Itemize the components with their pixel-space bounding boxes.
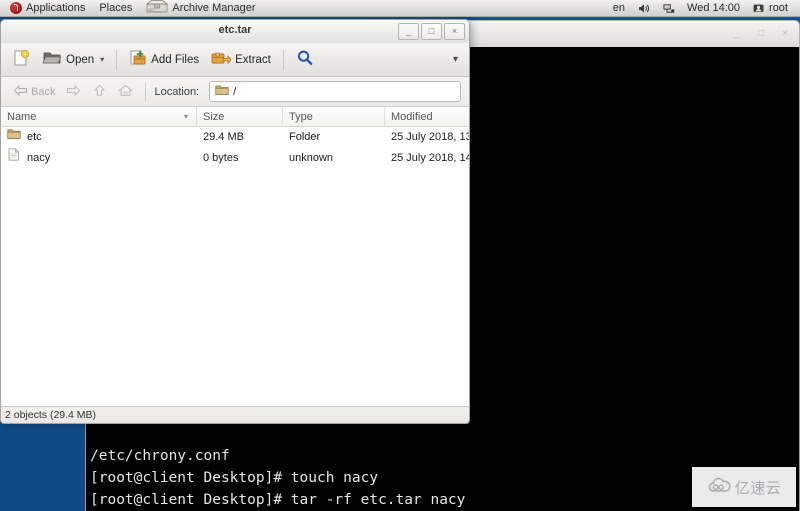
folder-icon [215, 84, 229, 99]
archive-menu-button[interactable]: ▾ [446, 47, 463, 73]
archive-maximize-button[interactable]: □ [421, 23, 442, 40]
new-archive-button[interactable] [7, 47, 35, 73]
terminal-close-button[interactable]: × [777, 26, 793, 42]
column-header-modified[interactable]: Modified [385, 107, 469, 127]
places-menu[interactable]: Places [92, 0, 139, 16]
location-input[interactable]: / [209, 81, 461, 102]
forward-arrow-icon [66, 84, 81, 100]
network-icon [662, 2, 675, 15]
toolbar-separator-1 [116, 49, 118, 70]
table-row[interactable]: etc 29.4 MB Folder 25 July 2018, 13:15 [1, 127, 469, 148]
nav-forward-button[interactable] [62, 81, 85, 103]
archive-manager-icon [146, 0, 169, 18]
archive-status-bar: 2 objects (29.4 MB) [0, 406, 470, 424]
user-icon [752, 2, 765, 15]
keyboard-layout-indicator[interactable]: en [607, 0, 631, 16]
column-header-name[interactable]: Name ▾ [1, 106, 197, 127]
file-size-cell: 29.4 MB [203, 131, 244, 143]
archive-manager-window[interactable]: etc.tar _ □ × Open ▾ Add Files Extract ▾… [0, 19, 470, 424]
extract-icon [211, 49, 232, 70]
file-list-column-header: Name ▾ Size Type Modified [0, 106, 470, 127]
nav-back-label: Back [31, 85, 56, 98]
column-header-name-label: Name [7, 110, 37, 123]
keyboard-layout-label: en [612, 2, 626, 14]
open-folder-icon [42, 49, 62, 70]
file-icon [7, 148, 21, 169]
toolbar-separator-2 [282, 49, 284, 70]
file-type-cell: unknown [289, 152, 334, 164]
up-arrow-icon [92, 84, 107, 100]
file-name-label: etc [27, 131, 42, 143]
back-arrow-icon [13, 84, 28, 100]
terminal-line: /etc/chrony.conf [90, 448, 230, 464]
archive-toolbar: Open ▾ Add Files Extract ▾ [0, 43, 470, 77]
network-button[interactable] [656, 0, 681, 16]
active-window-label: Archive Manager [172, 2, 256, 14]
cloud-logo-icon [707, 477, 731, 498]
location-value: / [233, 85, 237, 98]
add-files-icon [129, 49, 147, 70]
archive-minimize-button[interactable]: _ [398, 23, 419, 40]
volume-icon [637, 2, 650, 15]
applications-menu-label: Applications [26, 2, 86, 14]
archive-close-button[interactable]: × [444, 23, 465, 40]
location-label: Location: [154, 85, 200, 98]
nav-separator [145, 82, 147, 101]
terminal-window-controls: _ □ × [729, 26, 793, 42]
watermark-text: 亿速云 [734, 478, 782, 497]
add-files-label: Add Files [151, 53, 200, 66]
file-name-cell: nacy [1, 148, 197, 169]
clock[interactable]: Wed 14:00 [681, 0, 746, 16]
file-modified-cell: 25 July 2018, 13:15 [391, 131, 469, 143]
folder-icon [7, 127, 21, 148]
top-panel: Applications Places Archive Manager en W… [0, 0, 800, 17]
archive-titlebar[interactable]: etc.tar _ □ × [0, 19, 470, 43]
chevron-down-icon[interactable]: ▾ [100, 55, 104, 64]
column-header-type[interactable]: Type [283, 106, 385, 127]
open-archive-label: Open [66, 53, 95, 66]
panel-left-group: Applications Places Archive Manager [0, 0, 263, 16]
file-size-cell: 0 bytes [203, 152, 239, 164]
extract-button[interactable]: Extract [206, 47, 276, 73]
extract-label: Extract [235, 53, 271, 66]
archive-window-controls: _ □ × [398, 23, 465, 40]
nav-home-button[interactable] [114, 81, 137, 103]
terminal-maximize-button[interactable]: □ [753, 26, 769, 42]
new-archive-icon [12, 49, 30, 70]
table-row[interactable]: nacy 0 bytes unknown 25 July 2018, 14:00 [1, 148, 469, 169]
file-name-label: nacy [27, 152, 51, 164]
user-label: root [769, 2, 788, 14]
panel-right-group: en Wed 14:00 root [607, 0, 800, 16]
add-files-button[interactable]: Add Files [124, 47, 204, 73]
archive-navigation-bar: Back Location: / [0, 77, 470, 107]
user-menu[interactable]: root [746, 0, 794, 16]
nav-back-button[interactable]: Back [9, 81, 59, 103]
places-menu-label: Places [99, 2, 133, 14]
file-modified-cell: 25 July 2018, 14:00 [391, 152, 469, 164]
home-icon [118, 84, 134, 100]
watermark: 亿速云 [692, 467, 796, 507]
open-archive-button[interactable]: Open ▾ [37, 47, 109, 73]
search-icon [296, 49, 314, 70]
clock-label: Wed 14:00 [687, 2, 741, 14]
chevron-down-icon: ▾ [452, 54, 458, 65]
nav-up-button[interactable] [88, 81, 111, 103]
fedora-logo-icon [10, 2, 22, 14]
volume-button[interactable] [631, 0, 656, 16]
file-list[interactable]: etc 29.4 MB Folder 25 July 2018, 13:15 n… [0, 127, 470, 406]
search-button[interactable] [291, 47, 319, 73]
applications-menu[interactable]: Applications [3, 0, 92, 16]
sort-caret-icon: ▾ [183, 111, 188, 121]
active-window-menu[interactable]: Archive Manager [139, 0, 262, 16]
terminal-minimize-button[interactable]: _ [729, 26, 745, 42]
file-type-cell: Folder [289, 131, 321, 143]
column-header-size[interactable]: Size [197, 106, 283, 127]
file-name-cell: etc [1, 127, 197, 148]
